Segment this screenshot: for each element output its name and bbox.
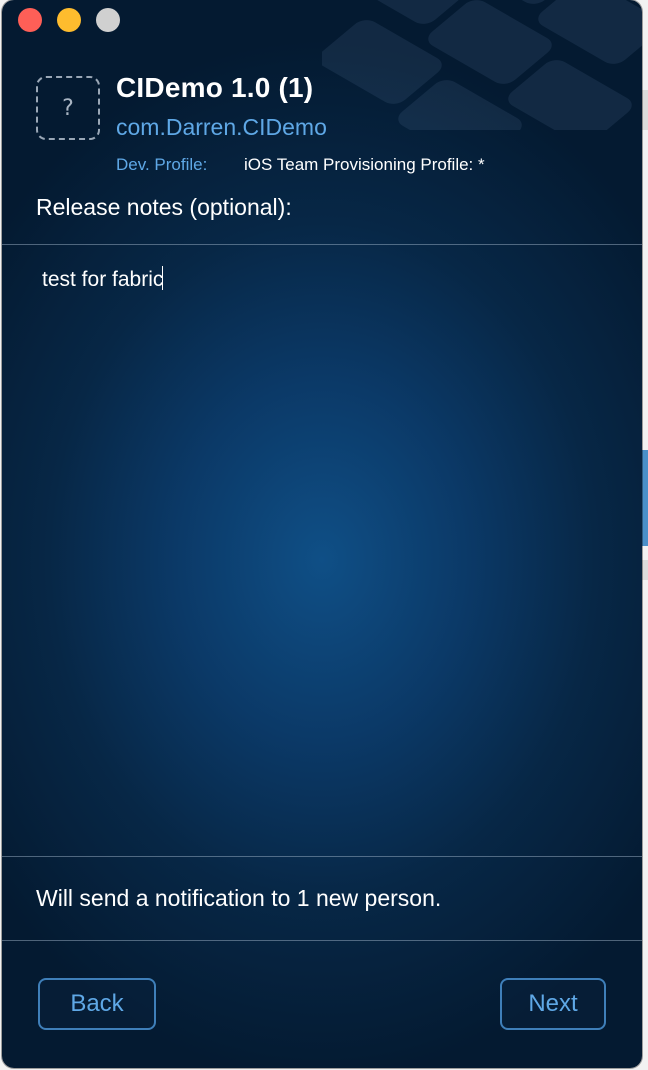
notification-summary: Will send a notification to 1 new person… xyxy=(36,885,442,911)
dev-profile-label: Dev. Profile: xyxy=(116,155,208,174)
release-notes-value: test for fabric xyxy=(42,268,164,291)
bundle-identifier: com.Darren.CIDemo xyxy=(116,114,327,140)
fabric-distribution-window: ? CIDemo 1.0 (1) com.Darren.CIDemo Dev. … xyxy=(2,0,642,1068)
window-controls xyxy=(18,8,120,32)
zoom-window-icon[interactable] xyxy=(96,8,120,32)
release-notes-label: Release notes (optional): xyxy=(36,194,292,220)
question-mark-icon: ? xyxy=(62,95,74,121)
minimize-window-icon[interactable] xyxy=(57,8,81,32)
dev-profile-value: iOS Team Provisioning Profile: * xyxy=(244,155,485,174)
divider-middle xyxy=(2,856,642,857)
divider-bottom xyxy=(2,940,642,941)
release-notes-textarea[interactable] xyxy=(2,246,642,856)
divider-top xyxy=(2,244,642,245)
app-placeholder-icon: ? xyxy=(36,76,100,140)
text-caret xyxy=(162,266,164,290)
next-button[interactable]: Next xyxy=(500,978,606,1030)
decorative-tile-pattern xyxy=(322,0,642,130)
close-window-icon[interactable] xyxy=(18,8,42,32)
release-notes-text: test for fabric xyxy=(42,266,164,292)
back-button[interactable]: Back xyxy=(38,978,156,1030)
app-title: CIDemo 1.0 (1) xyxy=(116,72,314,103)
